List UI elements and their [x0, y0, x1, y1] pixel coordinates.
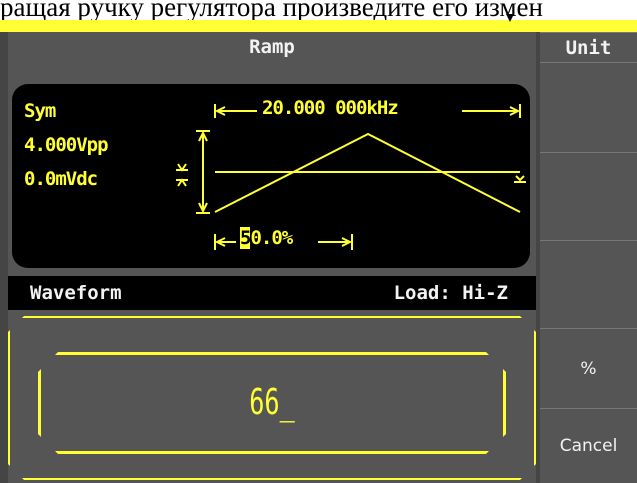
status-bar: Waveform Load: Hi-Z [8, 276, 536, 310]
softkey-3[interactable] [540, 240, 637, 328]
softkey-1[interactable] [540, 62, 637, 152]
softkey-cancel[interactable]: Cancel [540, 408, 637, 483]
cancel-label: Cancel [559, 436, 618, 456]
waveform-panel: Sym 4.000Vpp 0.0mVdc 20.000 000kHz 50.0% [12, 84, 530, 268]
numeric-input-field[interactable]: 66_ [38, 352, 506, 454]
cursor-digit: 5 [240, 227, 251, 249]
waveform-status-label: Waveform [30, 282, 122, 304]
input-value: 66_ [249, 382, 295, 423]
frequency-label: 20.000 000kHz [260, 97, 400, 119]
softkey-panel: Unit % Cancel [540, 32, 637, 483]
waveform-title: Ramp [249, 36, 295, 58]
symmetry-label: 50.0% [238, 227, 295, 249]
softkey-2[interactable] [540, 152, 637, 240]
load-status-label: Load: Hi-Z [393, 282, 508, 304]
instrument-screen: Ramp Sym 4.000Vpp 0.0mVdc 20.000 000kHz … [0, 32, 637, 483]
yellow-top-bar [0, 20, 637, 32]
main-display: Ramp Sym 4.000Vpp 0.0mVdc 20.000 000kHz … [8, 32, 536, 483]
softkey-unit-header: Unit [540, 32, 637, 62]
pointer-triangle-icon [506, 14, 514, 22]
symmetry-value: 0.0% [250, 227, 293, 249]
percent-label: % [580, 358, 597, 379]
softkey-percent[interactable]: % [540, 328, 637, 408]
